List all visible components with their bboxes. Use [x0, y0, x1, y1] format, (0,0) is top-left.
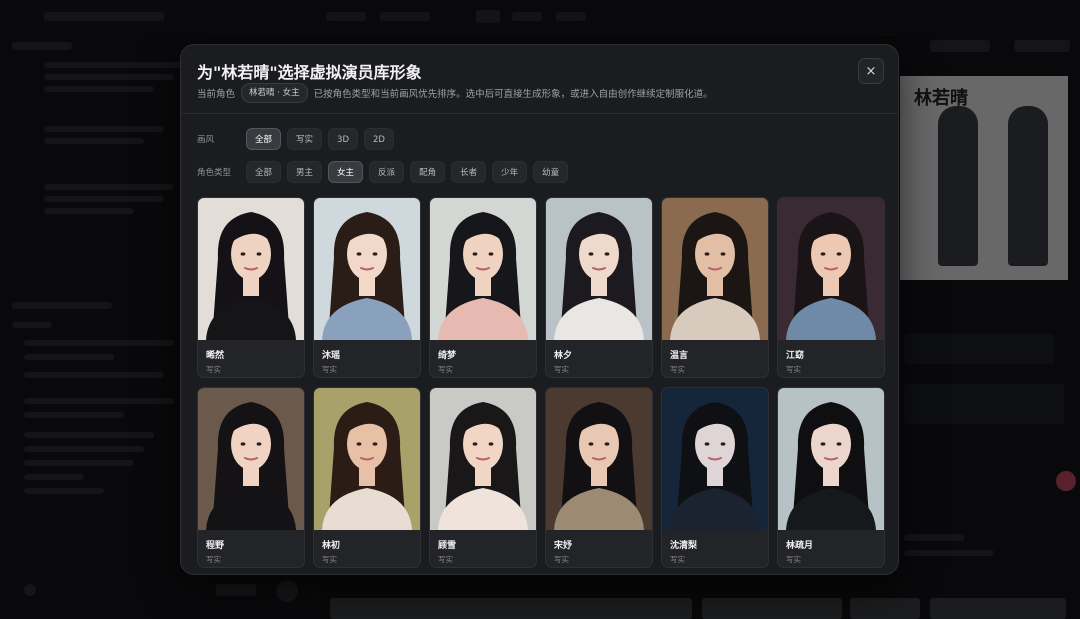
actor-name: 林疏月: [786, 541, 814, 551]
actor-portrait: [546, 388, 652, 530]
actor-card[interactable]: 顾雪 写实: [429, 387, 537, 568]
actor-card[interactable]: 林疏月 写实: [777, 387, 885, 568]
actor-card[interactable]: 江窈 写实: [777, 197, 885, 378]
header-divider: [181, 113, 898, 114]
actor-name: 林初: [322, 541, 341, 551]
actor-name: 沐瑶: [322, 351, 341, 361]
role-type-filter-row: 角色类型 全部 男主 女主 反派 配角 长者 少年 幼童: [197, 161, 574, 183]
role-type-filter-option[interactable]: 幼童: [533, 161, 569, 183]
actor-style-tag: 写实: [554, 365, 569, 374]
actor-card[interactable]: 晞然 写实: [197, 197, 305, 378]
actor-card[interactable]: 沐瑶 写实: [313, 197, 421, 378]
style-filter-option[interactable]: 写实: [287, 128, 323, 150]
actor-portrait: [430, 388, 536, 530]
actor-name: 绮梦: [438, 351, 457, 361]
role-type-filter-option[interactable]: 少年: [492, 161, 528, 183]
actor-card[interactable]: 绮梦 写实: [429, 197, 537, 378]
actor-card[interactable]: 程野 写实: [197, 387, 305, 568]
current-role-label: 当前角色: [197, 89, 236, 100]
actor-card[interactable]: 林夕 写实: [545, 197, 653, 378]
actor-name: 程野: [206, 541, 225, 551]
style-filter-option[interactable]: 全部: [246, 128, 282, 150]
actor-name: 江窈: [786, 351, 805, 361]
actor-name: 顾雪: [438, 541, 457, 551]
role-type-filter-option[interactable]: 配角: [410, 161, 446, 183]
role-type-filter-option[interactable]: 男主: [287, 161, 323, 183]
role-type-filter-label: 角色类型: [197, 168, 232, 178]
actor-portrait: [314, 198, 420, 340]
modal-title: 为"林若晴"选择虚拟演员库形象: [197, 63, 422, 82]
style-filter-option[interactable]: 3D: [328, 128, 358, 150]
actor-portrait: [314, 388, 420, 530]
actor-portrait: [430, 198, 536, 340]
actor-card[interactable]: 宋妤 写实: [545, 387, 653, 568]
actor-style-tag: 写实: [206, 555, 221, 564]
modal-subtitle: 当前角色 林若晴 · 女主 已按角色类型和当前画风优先排序。选中后可直接生成形象…: [197, 83, 713, 103]
actor-portrait: [662, 198, 768, 340]
actor-name: 沈清梨: [670, 541, 698, 551]
actor-style-tag: 写实: [206, 365, 221, 374]
actor-card[interactable]: 沈清梨 写实: [661, 387, 769, 568]
role-type-filter-option[interactable]: 女主: [328, 161, 364, 183]
role-type-filter-option[interactable]: 长者: [451, 161, 487, 183]
actor-portrait: [778, 198, 884, 340]
style-filter-row: 画风 全部 写实 3D 2D: [197, 128, 400, 150]
role-type-filter-option[interactable]: 全部: [246, 161, 282, 183]
role-type-filter-option[interactable]: 反派: [369, 161, 405, 183]
actor-style-tag: 写实: [670, 365, 685, 374]
actor-name: 温言: [670, 351, 689, 361]
actor-style-tag: 写实: [786, 555, 801, 564]
actor-card[interactable]: 林初 写实: [313, 387, 421, 568]
current-role-chip: 林若晴 · 女主: [241, 83, 308, 103]
actor-portrait: [198, 198, 304, 340]
actor-style-tag: 写实: [438, 365, 453, 374]
actor-portrait: [546, 198, 652, 340]
close-icon: ×: [865, 63, 877, 79]
modal-description: 已按角色类型和当前画风优先排序。选中后可直接生成形象，或进入自由创作继续定制服化…: [313, 89, 713, 100]
actor-style-tag: 写实: [322, 365, 337, 374]
actor-style-tag: 写实: [554, 555, 569, 564]
close-button[interactable]: ×: [858, 58, 884, 84]
actor-name: 宋妤: [554, 541, 573, 551]
actor-name: 林夕: [554, 351, 573, 361]
actor-portrait: [662, 388, 768, 530]
actor-style-tag: 写实: [670, 555, 685, 564]
style-filter-label: 画风: [197, 135, 215, 145]
actor-style-tag: 写实: [438, 555, 453, 564]
style-filter-option[interactable]: 2D: [363, 128, 394, 150]
actor-style-tag: 写实: [786, 365, 801, 374]
actor-library-modal: 为"林若晴"选择虚拟演员库形象 × 当前角色 林若晴 · 女主 已按角色类型和当…: [180, 44, 899, 575]
actor-card[interactable]: 温言 写实: [661, 197, 769, 378]
actor-portrait: [198, 388, 304, 530]
actor-portrait: [778, 388, 884, 530]
actor-name: 晞然: [206, 351, 225, 361]
actor-style-tag: 写实: [322, 555, 337, 564]
